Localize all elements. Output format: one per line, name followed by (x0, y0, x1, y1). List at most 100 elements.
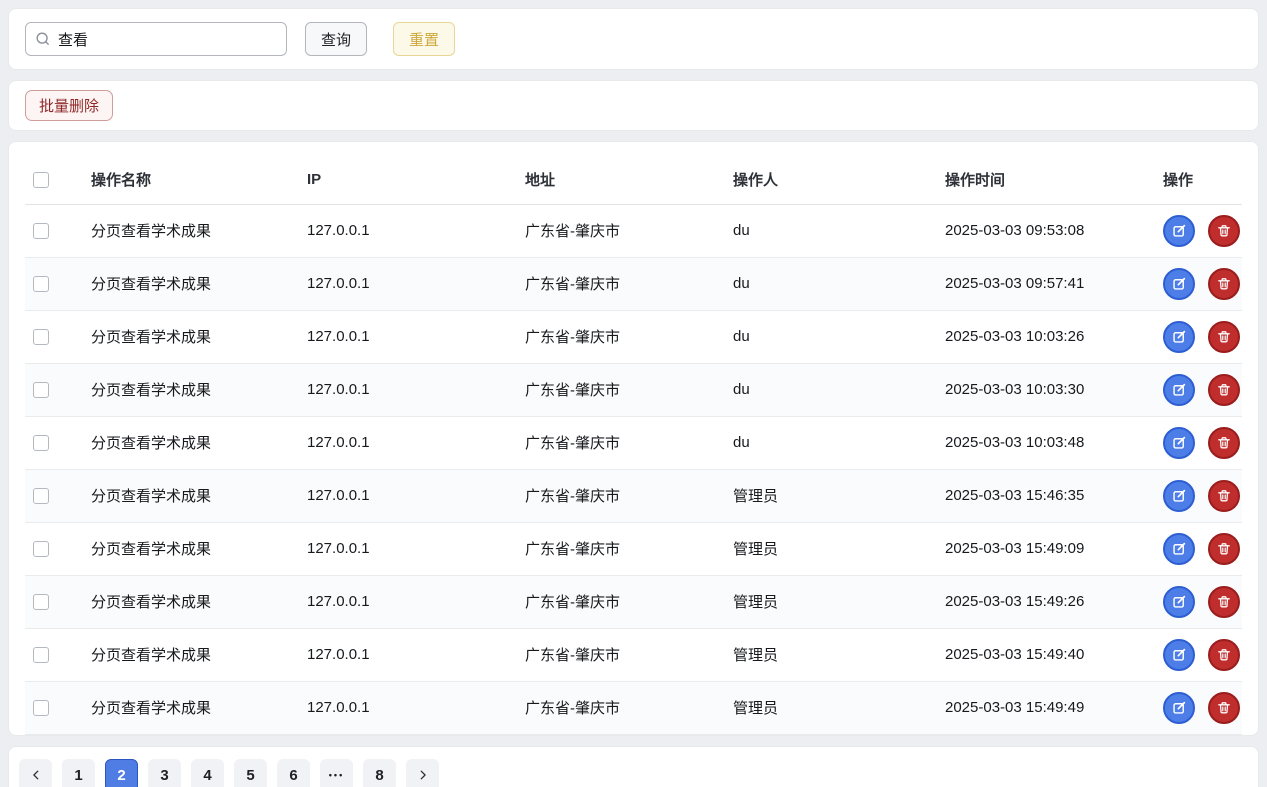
column-header-name: 操作名称 (91, 156, 307, 204)
cell-time: 2025-03-03 15:49:26 (945, 575, 1163, 628)
trash-icon (1216, 223, 1232, 239)
cell-address: 广东省-肇庆市 (525, 575, 733, 628)
edit-icon (1171, 434, 1188, 451)
edit-button[interactable] (1163, 480, 1195, 512)
cell-operator: 管理员 (733, 575, 945, 628)
row-checkbox[interactable] (33, 382, 49, 398)
cell-address: 广东省-肇庆市 (525, 257, 733, 310)
cell-operator: 管理员 (733, 628, 945, 681)
row-checkbox[interactable] (33, 700, 49, 716)
cell-ip: 127.0.0.1 (307, 204, 525, 257)
cell-address: 广东省-肇庆市 (525, 681, 733, 734)
edit-icon (1171, 487, 1188, 504)
row-checkbox[interactable] (33, 647, 49, 663)
row-checkbox[interactable] (33, 329, 49, 345)
pagination-prev-button[interactable] (19, 759, 52, 787)
pagination-page-5[interactable]: 5 (234, 759, 267, 787)
query-button[interactable]: 查询 (305, 22, 367, 56)
log-table: 操作名称 IP 地址 操作人 操作时间 操作 分页查看学术成果 127.0.0.… (25, 156, 1242, 735)
pagination-ellipsis[interactable]: ••• (320, 759, 353, 787)
edit-icon (1171, 222, 1188, 239)
cell-operation-name: 分页查看学术成果 (91, 469, 307, 522)
pagination-next-button[interactable] (406, 759, 439, 787)
edit-button[interactable] (1163, 639, 1195, 671)
cell-operator: 管理员 (733, 469, 945, 522)
pagination-page-2[interactable]: 2 (105, 759, 138, 787)
column-header-address: 地址 (525, 156, 733, 204)
cell-time: 2025-03-03 10:03:48 (945, 416, 1163, 469)
reset-button[interactable]: 重置 (393, 22, 455, 56)
batch-delete-button[interactable]: 批量删除 (25, 90, 113, 121)
edit-button[interactable] (1163, 692, 1195, 724)
row-checkbox[interactable] (33, 488, 49, 504)
delete-button[interactable] (1208, 374, 1240, 406)
edit-button[interactable] (1163, 215, 1195, 247)
edit-icon (1171, 646, 1188, 663)
edit-button[interactable] (1163, 533, 1195, 565)
cell-address: 广东省-肇庆市 (525, 416, 733, 469)
row-checkbox[interactable] (33, 435, 49, 451)
cell-time: 2025-03-03 15:49:40 (945, 628, 1163, 681)
pagination-page-1[interactable]: 1 (62, 759, 95, 787)
cell-time: 2025-03-03 10:03:26 (945, 310, 1163, 363)
edit-button[interactable] (1163, 586, 1195, 618)
cell-address: 广东省-肇庆市 (525, 204, 733, 257)
table-row: 分页查看学术成果 127.0.0.1 广东省-肇庆市 du 2025-03-03… (25, 363, 1242, 416)
edit-button[interactable] (1163, 374, 1195, 406)
delete-button[interactable] (1208, 639, 1240, 671)
column-header-ip: IP (307, 156, 525, 204)
toolbar-card: 批量删除 (8, 80, 1259, 131)
row-checkbox[interactable] (33, 541, 49, 557)
delete-button[interactable] (1208, 268, 1240, 300)
edit-button[interactable] (1163, 321, 1195, 353)
table-row: 分页查看学术成果 127.0.0.1 广东省-肇庆市 管理员 2025-03-0… (25, 522, 1242, 575)
delete-button[interactable] (1208, 215, 1240, 247)
delete-button[interactable] (1208, 586, 1240, 618)
cell-address: 广东省-肇庆市 (525, 469, 733, 522)
row-checkbox[interactable] (33, 223, 49, 239)
delete-button[interactable] (1208, 427, 1240, 459)
search-input[interactable] (25, 22, 287, 56)
delete-button[interactable] (1208, 480, 1240, 512)
cell-operator: du (733, 310, 945, 363)
row-actions (1163, 215, 1242, 247)
column-header-operator: 操作人 (733, 156, 945, 204)
pagination-page-4[interactable]: 4 (191, 759, 224, 787)
row-actions (1163, 374, 1242, 406)
row-checkbox[interactable] (33, 276, 49, 292)
chevron-left-icon (29, 768, 43, 782)
edit-button[interactable] (1163, 427, 1195, 459)
cell-ip: 127.0.0.1 (307, 522, 525, 575)
cell-operation-name: 分页查看学术成果 (91, 628, 307, 681)
cell-time: 2025-03-03 10:03:30 (945, 363, 1163, 416)
table-header-row: 操作名称 IP 地址 操作人 操作时间 操作 (25, 156, 1242, 204)
table-card: 操作名称 IP 地址 操作人 操作时间 操作 分页查看学术成果 127.0.0.… (8, 141, 1259, 736)
row-checkbox[interactable] (33, 594, 49, 610)
trash-icon (1216, 700, 1232, 716)
table-row: 分页查看学术成果 127.0.0.1 广东省-肇庆市 du 2025-03-03… (25, 204, 1242, 257)
row-actions (1163, 268, 1242, 300)
delete-button[interactable] (1208, 692, 1240, 724)
cell-operation-name: 分页查看学术成果 (91, 310, 307, 363)
table-row: 分页查看学术成果 127.0.0.1 广东省-肇庆市 管理员 2025-03-0… (25, 469, 1242, 522)
delete-button[interactable] (1208, 321, 1240, 353)
row-actions (1163, 639, 1242, 671)
cell-time: 2025-03-03 15:49:09 (945, 522, 1163, 575)
pagination: 123456 ••• 8 (19, 759, 439, 787)
cell-operation-name: 分页查看学术成果 (91, 681, 307, 734)
pagination-page-6[interactable]: 6 (277, 759, 310, 787)
cell-address: 广东省-肇庆市 (525, 628, 733, 681)
cell-operator: du (733, 204, 945, 257)
pagination-page-8[interactable]: 8 (363, 759, 396, 787)
edit-button[interactable] (1163, 268, 1195, 300)
row-actions (1163, 480, 1242, 512)
pagination-page-3[interactable]: 3 (148, 759, 181, 787)
select-all-checkbox[interactable] (33, 172, 49, 188)
cell-ip: 127.0.0.1 (307, 416, 525, 469)
row-actions (1163, 427, 1242, 459)
cell-time: 2025-03-03 15:49:49 (945, 681, 1163, 734)
cell-ip: 127.0.0.1 (307, 363, 525, 416)
delete-button[interactable] (1208, 533, 1240, 565)
edit-icon (1171, 328, 1188, 345)
trash-icon (1216, 594, 1232, 610)
